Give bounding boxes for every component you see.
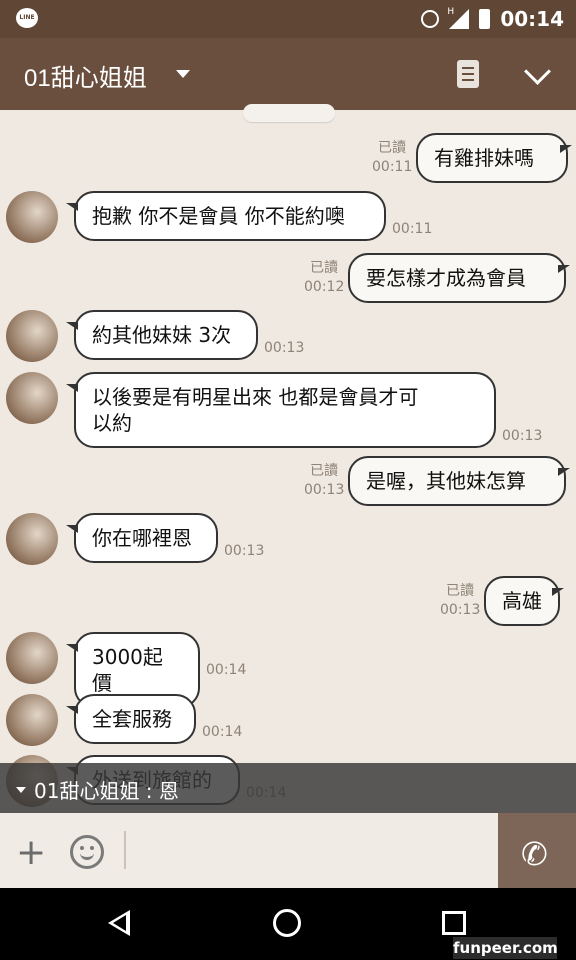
bubble-tail (66, 525, 78, 533)
bubble-tail (66, 203, 78, 211)
message-bubble[interactable]: 以後要是有明星出來 也都是會員才可 以約 (74, 372, 496, 448)
home-icon[interactable] (273, 909, 301, 937)
chat-title[interactable]: 01甜心姐姐 (24, 58, 147, 93)
back-icon-inner (113, 915, 126, 931)
read-receipt: 已讀 (310, 463, 338, 479)
battery-icon (479, 9, 491, 29)
message-time: 00:13 (502, 428, 543, 444)
message-time: 00:13 (304, 482, 345, 498)
collapse-icon[interactable] (524, 58, 551, 85)
message-time: 00:11 (372, 159, 413, 175)
phone-icon: ✆ (521, 835, 548, 873)
avatar[interactable] (6, 632, 58, 684)
message-bubble[interactable]: 抱歉 你不是會員 你不能約噢 (74, 191, 386, 241)
message-time: 00:11 (392, 221, 433, 237)
message-time: 00:12 (304, 279, 345, 295)
chat-header: 01甜心姐姐 (0, 38, 576, 110)
avatar[interactable] (6, 372, 58, 424)
bubble-tail (66, 322, 78, 330)
bubble-tail (558, 468, 570, 476)
caret-down-icon (16, 787, 26, 793)
notification-banner[interactable]: 01甜心姐姐 : 恩 (0, 763, 576, 813)
avatar[interactable] (6, 310, 58, 362)
plus-icon[interactable]: + (16, 835, 46, 871)
bubble-tail (552, 588, 564, 596)
input-bar: + ✆ (0, 813, 576, 888)
avatar[interactable] (6, 191, 58, 243)
message-bubble[interactable]: 全套服務 (74, 694, 196, 744)
chevron-down-icon[interactable] (176, 70, 190, 78)
recents-icon[interactable] (442, 911, 466, 935)
message-time: 00:13 (224, 543, 265, 559)
bubble-tail (66, 644, 78, 652)
bubble-tail (558, 265, 570, 273)
signal-icon: H (447, 7, 470, 29)
signal-label: H (447, 7, 455, 17)
message-time: 00:13 (264, 340, 305, 356)
status-bar: LINE H 00:14 (0, 0, 576, 38)
message-time: 00:14 (206, 662, 247, 678)
message-bubble[interactable]: 約其他妹妹 3次 (74, 310, 258, 360)
emoji-icon[interactable] (70, 835, 104, 869)
chat-area[interactable]: 有雞排妹嗎 已讀 00:11 抱歉 你不是會員 你不能約噢 00:11 要怎樣才成為會員已… (0, 110, 576, 815)
input-divider (124, 831, 126, 869)
message-time: 00:13 (440, 602, 481, 618)
note-icon[interactable] (457, 60, 479, 88)
line-app-icon: LINE (16, 8, 38, 28)
read-receipt: 已讀 (378, 140, 406, 156)
date-separator (243, 104, 335, 122)
message-bubble[interactable]: 有雞排妹嗎 (416, 133, 568, 183)
read-receipt: 已讀 (446, 583, 474, 599)
message-bubble[interactable]: 高雄 (484, 576, 560, 626)
watermark: funpeer.com (453, 937, 558, 959)
message-time: 00:14 (202, 724, 243, 740)
call-button[interactable]: ✆ (498, 813, 576, 888)
message-bubble[interactable]: 你在哪裡恩 (74, 513, 218, 563)
bubble-tail (560, 145, 572, 153)
message-bubble[interactable]: 是喔，其他妹怎算 (348, 456, 566, 506)
alarm-icon (421, 10, 440, 28)
notification-text: 01甜心姐姐 : 恩 (34, 779, 179, 803)
avatar[interactable] (6, 694, 58, 746)
bubble-tail (66, 706, 78, 714)
bubble-tail (66, 384, 78, 392)
message-bubble[interactable]: 要怎樣才成為會員 (348, 253, 566, 303)
avatar[interactable] (6, 513, 58, 565)
status-time: 00:14 (500, 7, 564, 31)
read-receipt: 已讀 (310, 260, 338, 276)
